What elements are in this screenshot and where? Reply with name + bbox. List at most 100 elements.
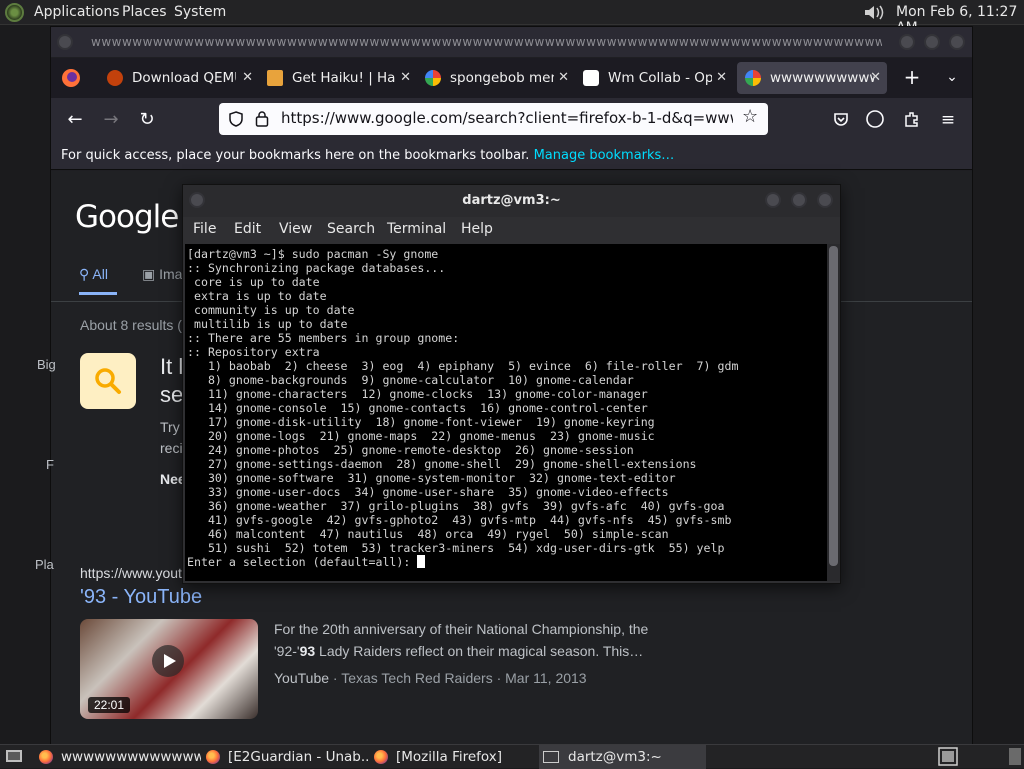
- qemu-icon: [107, 70, 123, 86]
- tab-spongebob-meme[interactable]: spongebob meme ✕: [417, 62, 575, 94]
- bookmarks-hint: For quick access, place your bookmarks h…: [61, 148, 530, 163]
- close-window-button[interactable]: [949, 34, 965, 50]
- taskbar-item-mozilla-firefox[interactable]: [Mozilla Firefox]: [374, 745, 536, 769]
- minimize-button[interactable]: [765, 192, 781, 208]
- window-menu-button[interactable]: [57, 34, 73, 50]
- bookmark-star-icon[interactable]: ☆: [742, 106, 758, 127]
- terminal-lines: [dartz@vm3 ~]$ sudo pacman -Sy gnome :: …: [187, 247, 739, 555]
- window-menu-button[interactable]: [189, 192, 205, 208]
- taskbar-item-e2guardian[interactable]: [E2Guardian - Unab...: [206, 745, 368, 769]
- result-stats: About 8 results (: [80, 317, 182, 333]
- image-icon: ▣: [142, 266, 160, 282]
- menu-help[interactable]: Help: [461, 221, 493, 237]
- tab-google-search-active[interactable]: wwwwwwwwwwwww ✕: [737, 62, 887, 94]
- menu-terminal[interactable]: Terminal: [387, 221, 446, 237]
- url-text[interactable]: https://www.google.com/search?client=fir…: [281, 109, 733, 127]
- close-window-button[interactable]: [817, 192, 833, 208]
- distro-logo-icon[interactable]: [5, 3, 24, 22]
- suggestion-card-icon: [80, 353, 136, 409]
- result-meta: YouTube · Texas Tech Red Raiders · Mar 1…: [274, 670, 587, 686]
- play-icon[interactable]: [152, 645, 184, 677]
- terminal-titlebar[interactable]: dartz@vm3:~: [183, 185, 840, 217]
- tab-label: wwwwwwwwwwwww: [770, 70, 874, 86]
- taskbar-item-label: [E2Guardian - Unab...: [228, 749, 368, 765]
- tab-label: Wm Collab - Ope: [608, 70, 712, 86]
- card-body-line: Try: [160, 419, 180, 435]
- google-logo[interactable]: Google: [75, 199, 179, 235]
- back-icon[interactable]: ←: [65, 110, 85, 130]
- terminal-scrollbar[interactable]: [827, 244, 840, 581]
- side-text: Big: [37, 357, 56, 372]
- minimize-button[interactable]: [899, 34, 915, 50]
- show-desktop-icon[interactable]: [5, 748, 23, 765]
- card-body-line: reci: [160, 440, 183, 456]
- tab-label: Download QEMU: [132, 70, 236, 86]
- navigation-toolbar: ← → ↻ https://www.google.com/search?clie…: [51, 98, 972, 142]
- url-bar[interactable]: https://www.google.com/search?client=fir…: [219, 103, 768, 135]
- extensions-icon[interactable]: [903, 110, 921, 128]
- menu-edit[interactable]: Edit: [234, 221, 261, 237]
- tab-wm-collab[interactable]: Wm Collab - Ope ✕: [575, 62, 733, 94]
- firefox-titlebar[interactable]: wwwwwwwwwwwwwwwwwwwwwwwwwwwwwwwwwwwwwwww…: [51, 27, 972, 57]
- tab-images-label: Ima: [159, 266, 183, 282]
- terminal-title: dartz@vm3:~: [462, 193, 561, 208]
- shield-icon[interactable]: [228, 111, 244, 127]
- taskbar-item-label: wwwwwwwwwwwwwww...: [61, 749, 201, 765]
- google-icon: [745, 70, 761, 86]
- terminal-prompt-line: Enter a selection (default=all):: [187, 555, 827, 569]
- snippet-text: Lady Raiders reflect on their magical se…: [315, 643, 644, 659]
- menu-file[interactable]: File: [193, 221, 216, 237]
- applications-menu[interactable]: Applications: [34, 4, 120, 20]
- menu-view[interactable]: View: [279, 221, 312, 237]
- close-tab-icon[interactable]: ✕: [558, 70, 569, 85]
- close-tab-icon[interactable]: ✕: [242, 70, 253, 85]
- lock-icon[interactable]: [255, 110, 269, 127]
- text-cursor: [417, 555, 426, 568]
- terminal-icon: [543, 751, 559, 763]
- maximize-button[interactable]: [924, 34, 940, 50]
- taskbar-item-firefox-w[interactable]: wwwwwwwwwwwwwww...: [39, 745, 201, 769]
- tab-images[interactable]: ▣ Ima: [142, 266, 182, 283]
- card-title-line: se: [160, 382, 184, 407]
- result-snippet: For the 20th anniversary of their Nation…: [274, 618, 664, 662]
- firefox-window-title: wwwwwwwwwwwwwwwwwwwwwwwwwwwwwwwwwwwwwwww…: [91, 35, 882, 49]
- manage-bookmarks-link[interactable]: Manage bookmarks…: [534, 148, 675, 163]
- new-tab-icon[interactable]: +: [902, 67, 922, 87]
- side-text: Pla: [35, 557, 54, 572]
- video-thumbnail[interactable]: 22:01: [80, 619, 258, 719]
- pocket-icon[interactable]: [833, 111, 849, 127]
- search-icon: ⚲: [79, 266, 93, 282]
- scrollbar-thumb[interactable]: [829, 246, 838, 566]
- system-menu[interactable]: System: [174, 4, 226, 20]
- terminal-output[interactable]: [dartz@vm3 ~]$ sudo pacman -Sy gnome :: …: [185, 244, 827, 581]
- account-icon[interactable]: [866, 110, 884, 128]
- firefox-icon: [374, 750, 388, 764]
- tab-get-haiku[interactable]: Get Haiku! | Haiku ✕: [259, 62, 417, 94]
- result-url[interactable]: https://www.yout: [80, 565, 182, 581]
- result-source: YouTube: [274, 670, 330, 686]
- tab-list-chevron-icon[interactable]: ⌄: [942, 67, 962, 87]
- workspace-switcher-icon[interactable]: [938, 747, 958, 766]
- tab-all[interactable]: ⚲ All: [79, 266, 108, 283]
- menu-search[interactable]: Search: [327, 221, 375, 237]
- terminal-window: dartz@vm3:~ File Edit View Search Termin…: [182, 184, 841, 584]
- hamburger-menu-icon[interactable]: ≡: [938, 110, 958, 130]
- volume-icon[interactable]: [862, 3, 886, 22]
- reload-icon[interactable]: ↻: [137, 110, 157, 130]
- tab-download-qemu[interactable]: Download QEMU ✕: [99, 62, 259, 94]
- places-menu[interactable]: Places: [122, 4, 167, 20]
- close-tab-icon[interactable]: ✕: [400, 70, 411, 85]
- suggestion-card-need: Nee: [160, 471, 184, 487]
- forward-icon[interactable]: →: [101, 110, 121, 130]
- tab-label: Get Haiku! | Haiku: [292, 70, 396, 86]
- close-tab-icon[interactable]: ✕: [870, 70, 881, 85]
- workspace-indicator[interactable]: [1009, 748, 1021, 765]
- opera-icon: [583, 70, 599, 86]
- tab-all-label: All: [92, 266, 108, 282]
- firefox-view-icon[interactable]: [60, 67, 82, 89]
- maximize-button[interactable]: [791, 192, 807, 208]
- terminal-menubar: File Edit View Search Terminal Help: [183, 217, 840, 243]
- close-tab-icon[interactable]: ✕: [716, 70, 727, 85]
- taskbar-item-terminal[interactable]: dartz@vm3:~: [539, 745, 706, 769]
- result-title-link[interactable]: '93 - YouTube: [80, 586, 202, 609]
